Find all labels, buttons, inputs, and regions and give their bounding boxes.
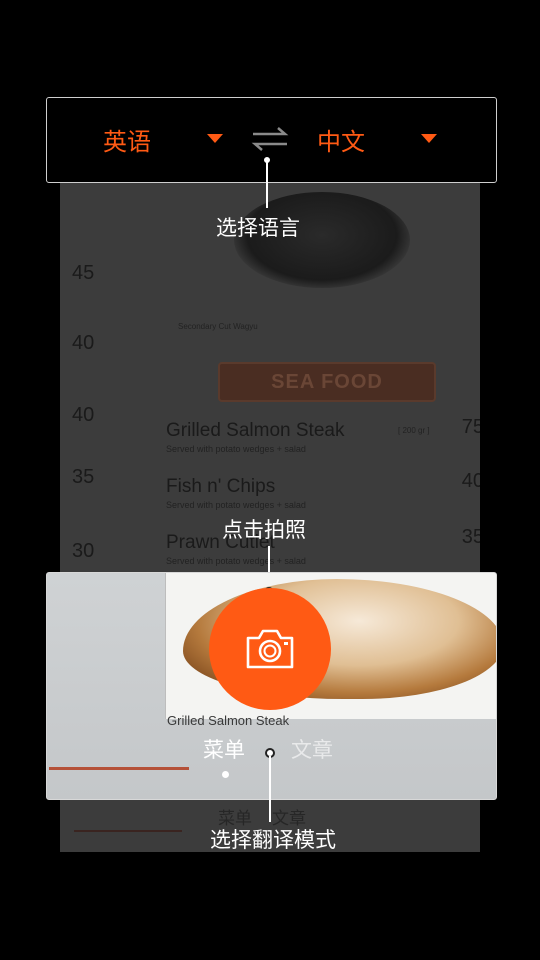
- caret-down-icon[interactable]: [207, 134, 223, 143]
- source-language[interactable]: 英语: [103, 122, 151, 157]
- dish-sub: Served with potato wedges + salad: [166, 556, 306, 566]
- dish-item: Grilled Salmon Steak Served with potato …: [166, 420, 344, 454]
- steak-caption: Secondary Cut Wagyu: [178, 322, 258, 331]
- hint-select-mode: 选择翻译模式: [210, 828, 336, 852]
- callout-line: [269, 756, 271, 822]
- price-item: 30: [72, 540, 95, 562]
- dish-sub: Served with potato wedges + salad: [166, 500, 306, 510]
- camera-icon: [246, 629, 294, 669]
- divider: [49, 767, 189, 770]
- dish-price: 75: [461, 416, 480, 438]
- photo-caption: Grilled Salmon Steak: [167, 713, 290, 728]
- divider: [74, 830, 182, 832]
- target-language[interactable]: 中文: [317, 122, 365, 157]
- hint-tap-to-shoot: 点击拍照: [222, 518, 306, 542]
- language-bar: 英语 中文: [46, 97, 497, 183]
- dish-item: Fish n' Chips Served with potato wedges …: [166, 476, 306, 510]
- shutter-button[interactable]: [209, 588, 331, 710]
- caret-down-icon[interactable]: [421, 134, 437, 143]
- price-item: 35: [72, 466, 95, 488]
- tab-article[interactable]: 文章: [291, 734, 333, 764]
- callout-line: [266, 162, 268, 208]
- tab-menu[interactable]: 菜单: [203, 734, 245, 764]
- section-title: SEA FOOD: [271, 370, 383, 393]
- selected-mode-indicator: [222, 771, 229, 778]
- dish-note: [ 200 gr ]: [398, 426, 430, 435]
- dish-price: 35: [461, 526, 480, 548]
- price-item: 45: [72, 262, 95, 284]
- section-banner: SEA FOOD: [218, 362, 436, 402]
- price-item: 40: [72, 404, 95, 426]
- dish-sub: Served with potato wedges + salad: [166, 444, 306, 454]
- dish-price: 40: [461, 470, 480, 492]
- hint-select-language: 选择语言: [216, 216, 300, 240]
- dish-name: Fish n' Chips: [166, 476, 276, 497]
- dish-name: Grilled Salmon Steak: [166, 420, 345, 441]
- swap-arrows-icon[interactable]: [251, 125, 289, 153]
- price-item: 40: [72, 332, 95, 354]
